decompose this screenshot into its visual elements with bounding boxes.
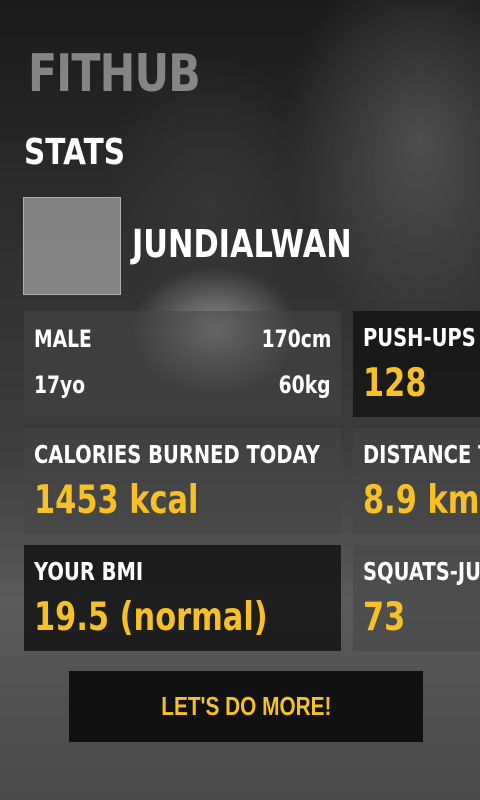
gender-label: MALE [34,325,92,353]
weight-label: 60kg [279,371,331,399]
age-label: 17yo [34,371,86,399]
bmi-card[interactable]: YOUR BMI 19.5 (normal) [24,545,341,651]
calories-value: 1453 kcal [34,478,199,523]
calories-label: CALORIES BURNED TODAY [34,440,320,469]
squats-value: 73 [363,595,406,640]
profile-card: MALE 170cm 17yo 60kg [24,311,341,417]
app-brand: FITHUB [28,44,201,104]
distance-value: 8.9 km [363,478,480,523]
calories-card[interactable]: CALORIES BURNED TODAY 1453 kcal [24,428,341,534]
lets-do-more-label: LET'S DO MORE! [160,691,332,721]
squats-card[interactable]: SQUATS-JUM 73 [353,545,480,651]
squats-label: SQUATS-JUM [363,557,480,586]
pushups-value: 128 [363,361,427,406]
avatar[interactable] [23,197,121,295]
distance-label: DISTANCE TO [363,440,480,469]
pushups-card[interactable]: PUSH-UPS TO 128 [353,311,480,417]
bmi-label: YOUR BMI [34,557,144,586]
username: JUNDIALWAN [132,222,352,266]
pushups-label: PUSH-UPS TO [363,323,480,352]
height-label: 170cm [261,325,331,353]
bmi-value: 19.5 (normal) [34,595,268,640]
distance-card[interactable]: DISTANCE TO 8.9 km [353,428,480,534]
lets-do-more-button[interactable]: LET'S DO MORE! [69,671,423,742]
page-title: STATS [24,132,126,173]
